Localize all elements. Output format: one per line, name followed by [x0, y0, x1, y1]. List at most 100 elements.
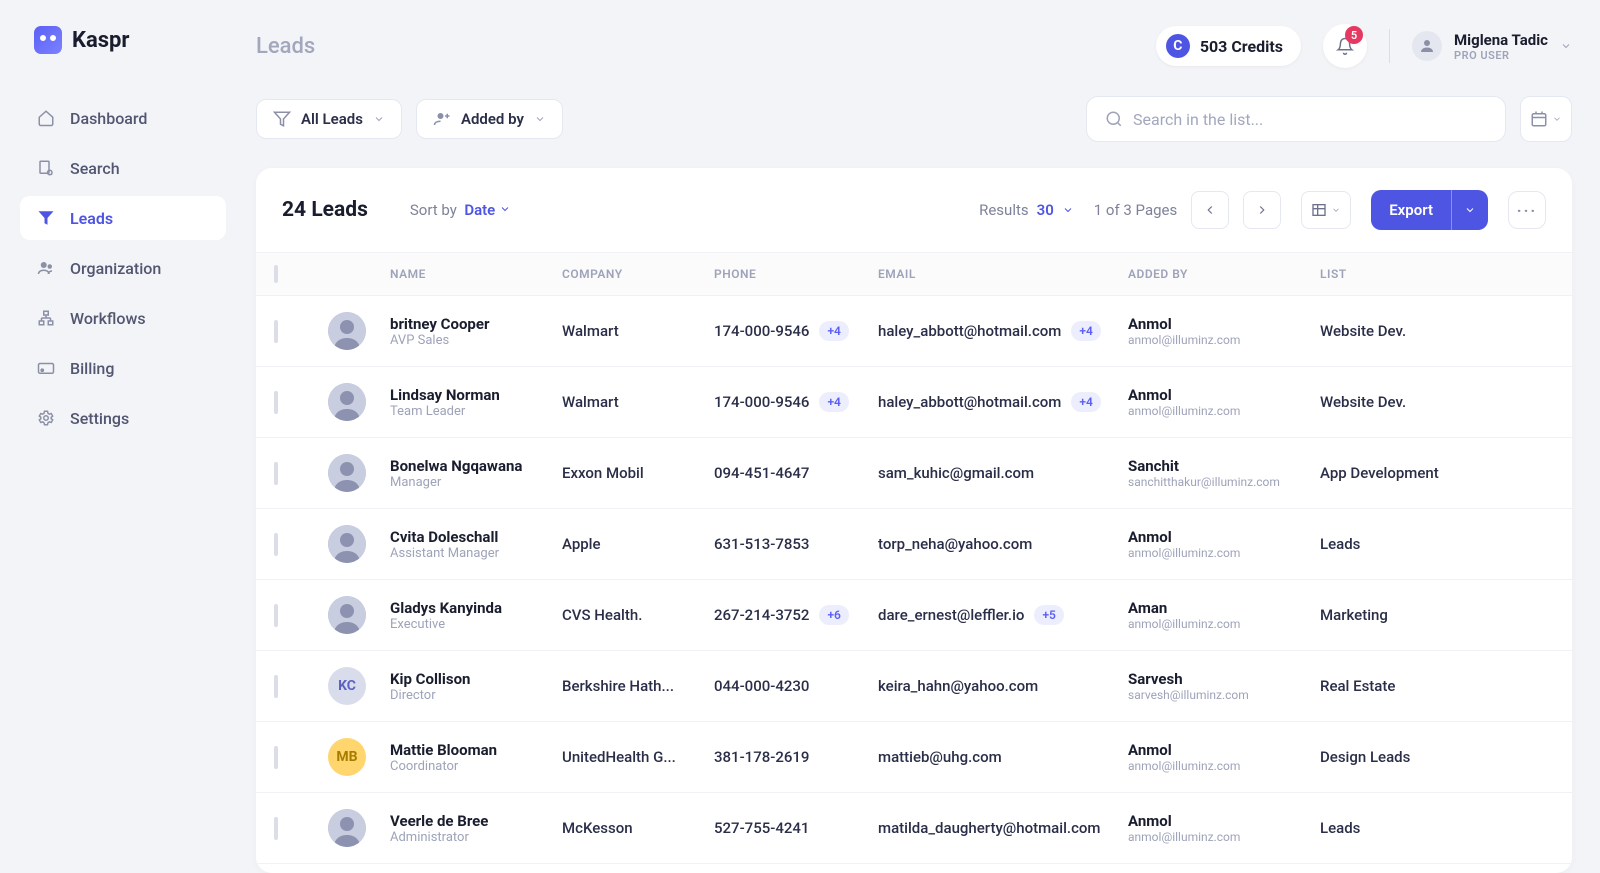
credits-pill[interactable]: C 503 Credits: [1156, 26, 1301, 66]
chevron-down-icon: [1331, 205, 1341, 215]
sidebar: Kaspr Dashboard Search Leads Organization Wo…: [0, 0, 240, 873]
table-row[interactable]: KC Kip CollisonDirector Berkshire Hath..…: [256, 651, 1572, 722]
columns-button[interactable]: [1301, 191, 1351, 229]
home-icon: [36, 108, 56, 128]
lead-list: Design Leads: [1320, 748, 1460, 766]
table-body: britney CooperAVP Sales Walmart 174-000-…: [256, 296, 1572, 873]
added-by-name: Anmol: [1128, 812, 1320, 830]
lead-phone: 381-178-2619: [714, 748, 809, 766]
filter-added-by[interactable]: Added by: [416, 99, 563, 139]
export-button[interactable]: Export: [1371, 190, 1488, 230]
lead-company: Exxon Mobil: [562, 464, 714, 482]
nav: Dashboard Search Leads Organization Workflow…: [20, 96, 226, 440]
prev-page-button[interactable]: [1191, 191, 1229, 229]
filter-label: Added by: [461, 110, 524, 128]
sidebar-item-workflows[interactable]: Workflows: [20, 296, 226, 340]
select-all-checkbox[interactable]: [274, 265, 278, 283]
row-checkbox[interactable]: [274, 462, 278, 485]
table-row[interactable]: Cvita DoleschallAssistant Manager Apple …: [256, 509, 1572, 580]
added-by-email: anmol@illuminz.com: [1128, 759, 1320, 773]
lead-name: Gladys Kanyinda: [390, 599, 562, 617]
more-button[interactable]: ···: [1508, 191, 1546, 229]
lead-title: Assistant Manager: [390, 546, 562, 561]
export-dropdown[interactable]: [1451, 190, 1488, 230]
table-row[interactable]: Bonelwa NgqawanaManager Exxon Mobil 094-…: [256, 438, 1572, 509]
sidebar-item-settings[interactable]: Settings: [20, 396, 226, 440]
lead-name: britney Cooper: [390, 315, 562, 333]
phone-more-badge[interactable]: +4: [819, 392, 848, 412]
row-checkbox[interactable]: [274, 533, 278, 556]
pagination-label: 1 of 3 Pages: [1094, 201, 1177, 219]
row-checkbox[interactable]: [274, 817, 278, 840]
avatar: [328, 312, 366, 350]
row-checkbox[interactable]: [274, 391, 278, 414]
search-field[interactable]: [1086, 96, 1506, 142]
workflow-icon: [36, 308, 56, 328]
avatar: [328, 525, 366, 563]
row-checkbox[interactable]: [274, 320, 278, 343]
logo[interactable]: Kaspr: [34, 26, 226, 54]
table-row[interactable]: Lindsay NormanTeam Leader Walmart 174-00…: [256, 367, 1572, 438]
sidebar-item-label: Settings: [70, 409, 129, 428]
filter-all-leads[interactable]: All Leads: [256, 99, 402, 139]
table-row[interactable]: britney CooperAVP Sales Walmart 174-000-…: [256, 296, 1572, 367]
lead-name: Bonelwa Ngqawana: [390, 457, 562, 475]
search-input[interactable]: [1133, 110, 1487, 129]
columns-icon: [1311, 202, 1327, 218]
added-by-name: Sarvesh: [1128, 670, 1320, 688]
lead-list: Marketing: [1320, 606, 1460, 624]
phone-more-badge[interactable]: +6: [819, 605, 848, 625]
table-header: NAME COMPANY PHONE EMAIL ADDED BY LIST: [256, 252, 1572, 296]
next-page-button[interactable]: [1243, 191, 1281, 229]
col-list: LIST: [1320, 267, 1460, 281]
phone-more-badge[interactable]: +4: [819, 321, 848, 341]
chevron-down-icon: [534, 113, 546, 125]
sidebar-item-label: Leads: [70, 209, 113, 228]
email-more-badge[interactable]: +5: [1034, 605, 1063, 625]
row-checkbox[interactable]: [274, 746, 278, 769]
calendar-button[interactable]: [1520, 96, 1572, 142]
lead-title: Administrator: [390, 830, 562, 845]
funnel-icon: [36, 208, 56, 228]
person-icon: [433, 110, 451, 128]
sidebar-item-billing[interactable]: Billing: [20, 346, 226, 390]
lead-name: Cvita Doleschall: [390, 528, 562, 546]
avatar: [328, 809, 366, 847]
lead-company: Berkshire Hath...: [562, 677, 714, 695]
email-more-badge[interactable]: +4: [1071, 321, 1100, 341]
lead-phone: 631-513-7853: [714, 535, 809, 553]
sidebar-item-search[interactable]: Search: [20, 146, 226, 190]
table-row[interactable]: MB Mattie BloomanCoordinator UnitedHealt…: [256, 722, 1572, 793]
divider: [1389, 29, 1390, 63]
notification-badge: 5: [1345, 26, 1363, 44]
col-phone: PHONE: [714, 267, 878, 281]
email-more-badge[interactable]: +4: [1071, 392, 1100, 412]
sidebar-item-label: Dashboard: [70, 109, 147, 128]
table-row[interactable]: Veerle de BreeAdministrator McKesson 527…: [256, 793, 1572, 864]
sidebar-item-leads[interactable]: Leads: [20, 196, 226, 240]
lead-email: matilda_daugherty@hotmail.com: [878, 819, 1100, 837]
lead-name: Veerle de Bree: [390, 812, 562, 830]
user-menu[interactable]: Miglena Tadic PRO USER: [1412, 31, 1572, 62]
leads-count: 24 Leads: [282, 198, 368, 222]
lead-list: Real Estate: [1320, 677, 1460, 695]
row-checkbox[interactable]: [274, 675, 278, 698]
table-row[interactable]: Yi Hanying Anmol: [256, 864, 1572, 873]
sort-by[interactable]: Sort by Date: [410, 201, 511, 219]
sidebar-item-organization[interactable]: Organization: [20, 246, 226, 290]
user-avatar-icon: [1412, 31, 1442, 61]
topbar: Leads C 503 Credits 5 Miglena Tadic: [256, 24, 1572, 68]
added-by-name: Sanchit: [1128, 457, 1320, 475]
notifications-button[interactable]: 5: [1323, 24, 1367, 68]
sidebar-item-label: Billing: [70, 359, 114, 378]
search-icon: [1105, 110, 1123, 128]
col-email: EMAIL: [878, 267, 1128, 281]
row-checkbox[interactable]: [274, 604, 278, 627]
results-per-page[interactable]: Results 30: [979, 201, 1074, 219]
filter-label: All Leads: [301, 110, 363, 128]
lead-title: Team Leader: [390, 404, 562, 419]
sidebar-item-dashboard[interactable]: Dashboard: [20, 96, 226, 140]
added-by-email: sanchitthakur@illuminz.com: [1128, 475, 1320, 489]
sidebar-item-label: Workflows: [70, 309, 146, 328]
table-row[interactable]: Gladys KanyindaExecutive CVS Health. 267…: [256, 580, 1572, 651]
